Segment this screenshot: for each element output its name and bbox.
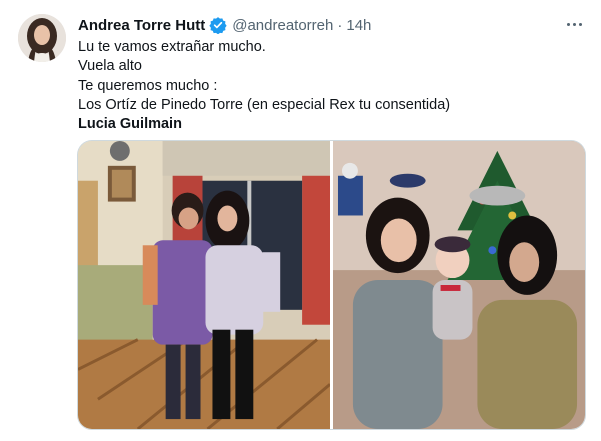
- author-handle[interactable]: @andreatorreh: [232, 17, 333, 34]
- photo-women-with-baby[interactable]: [333, 141, 585, 429]
- tweet-text-line: Lu te vamos extrañar mucho.: [78, 39, 266, 55]
- separator-dot: ·: [337, 16, 343, 34]
- tweet-timestamp[interactable]: 14h: [346, 17, 371, 34]
- tweet-text-line: Vuela alto: [78, 58, 142, 75]
- tweet-bottom-edge: [0, 433, 601, 441]
- tweet-text-line: Los Ortíz de Pinedo Torre (en especial R…: [78, 96, 451, 113]
- author-name[interactable]: Andrea Torre Hutt: [78, 17, 205, 34]
- tweet[interactable]: Andrea Torre Hutt @andreatorreh · 14h Lu…: [0, 0, 601, 441]
- verified-badge-icon: [209, 16, 227, 34]
- media-grid: [77, 140, 586, 430]
- more-options-icon[interactable]: [560, 12, 588, 36]
- tweet-text-bold-line: Lucia Guilmain: [78, 116, 182, 133]
- photo-two-women[interactable]: [78, 141, 330, 429]
- tweet-header: Andrea Torre Hutt @andreatorreh · 14h: [78, 14, 371, 36]
- tweet-text: Lu te vamos extrañar mucho. Vuela alto T…: [78, 38, 578, 134]
- tweet-text-line: Te queremos mucho :: [78, 77, 218, 94]
- avatar[interactable]: [18, 14, 66, 62]
